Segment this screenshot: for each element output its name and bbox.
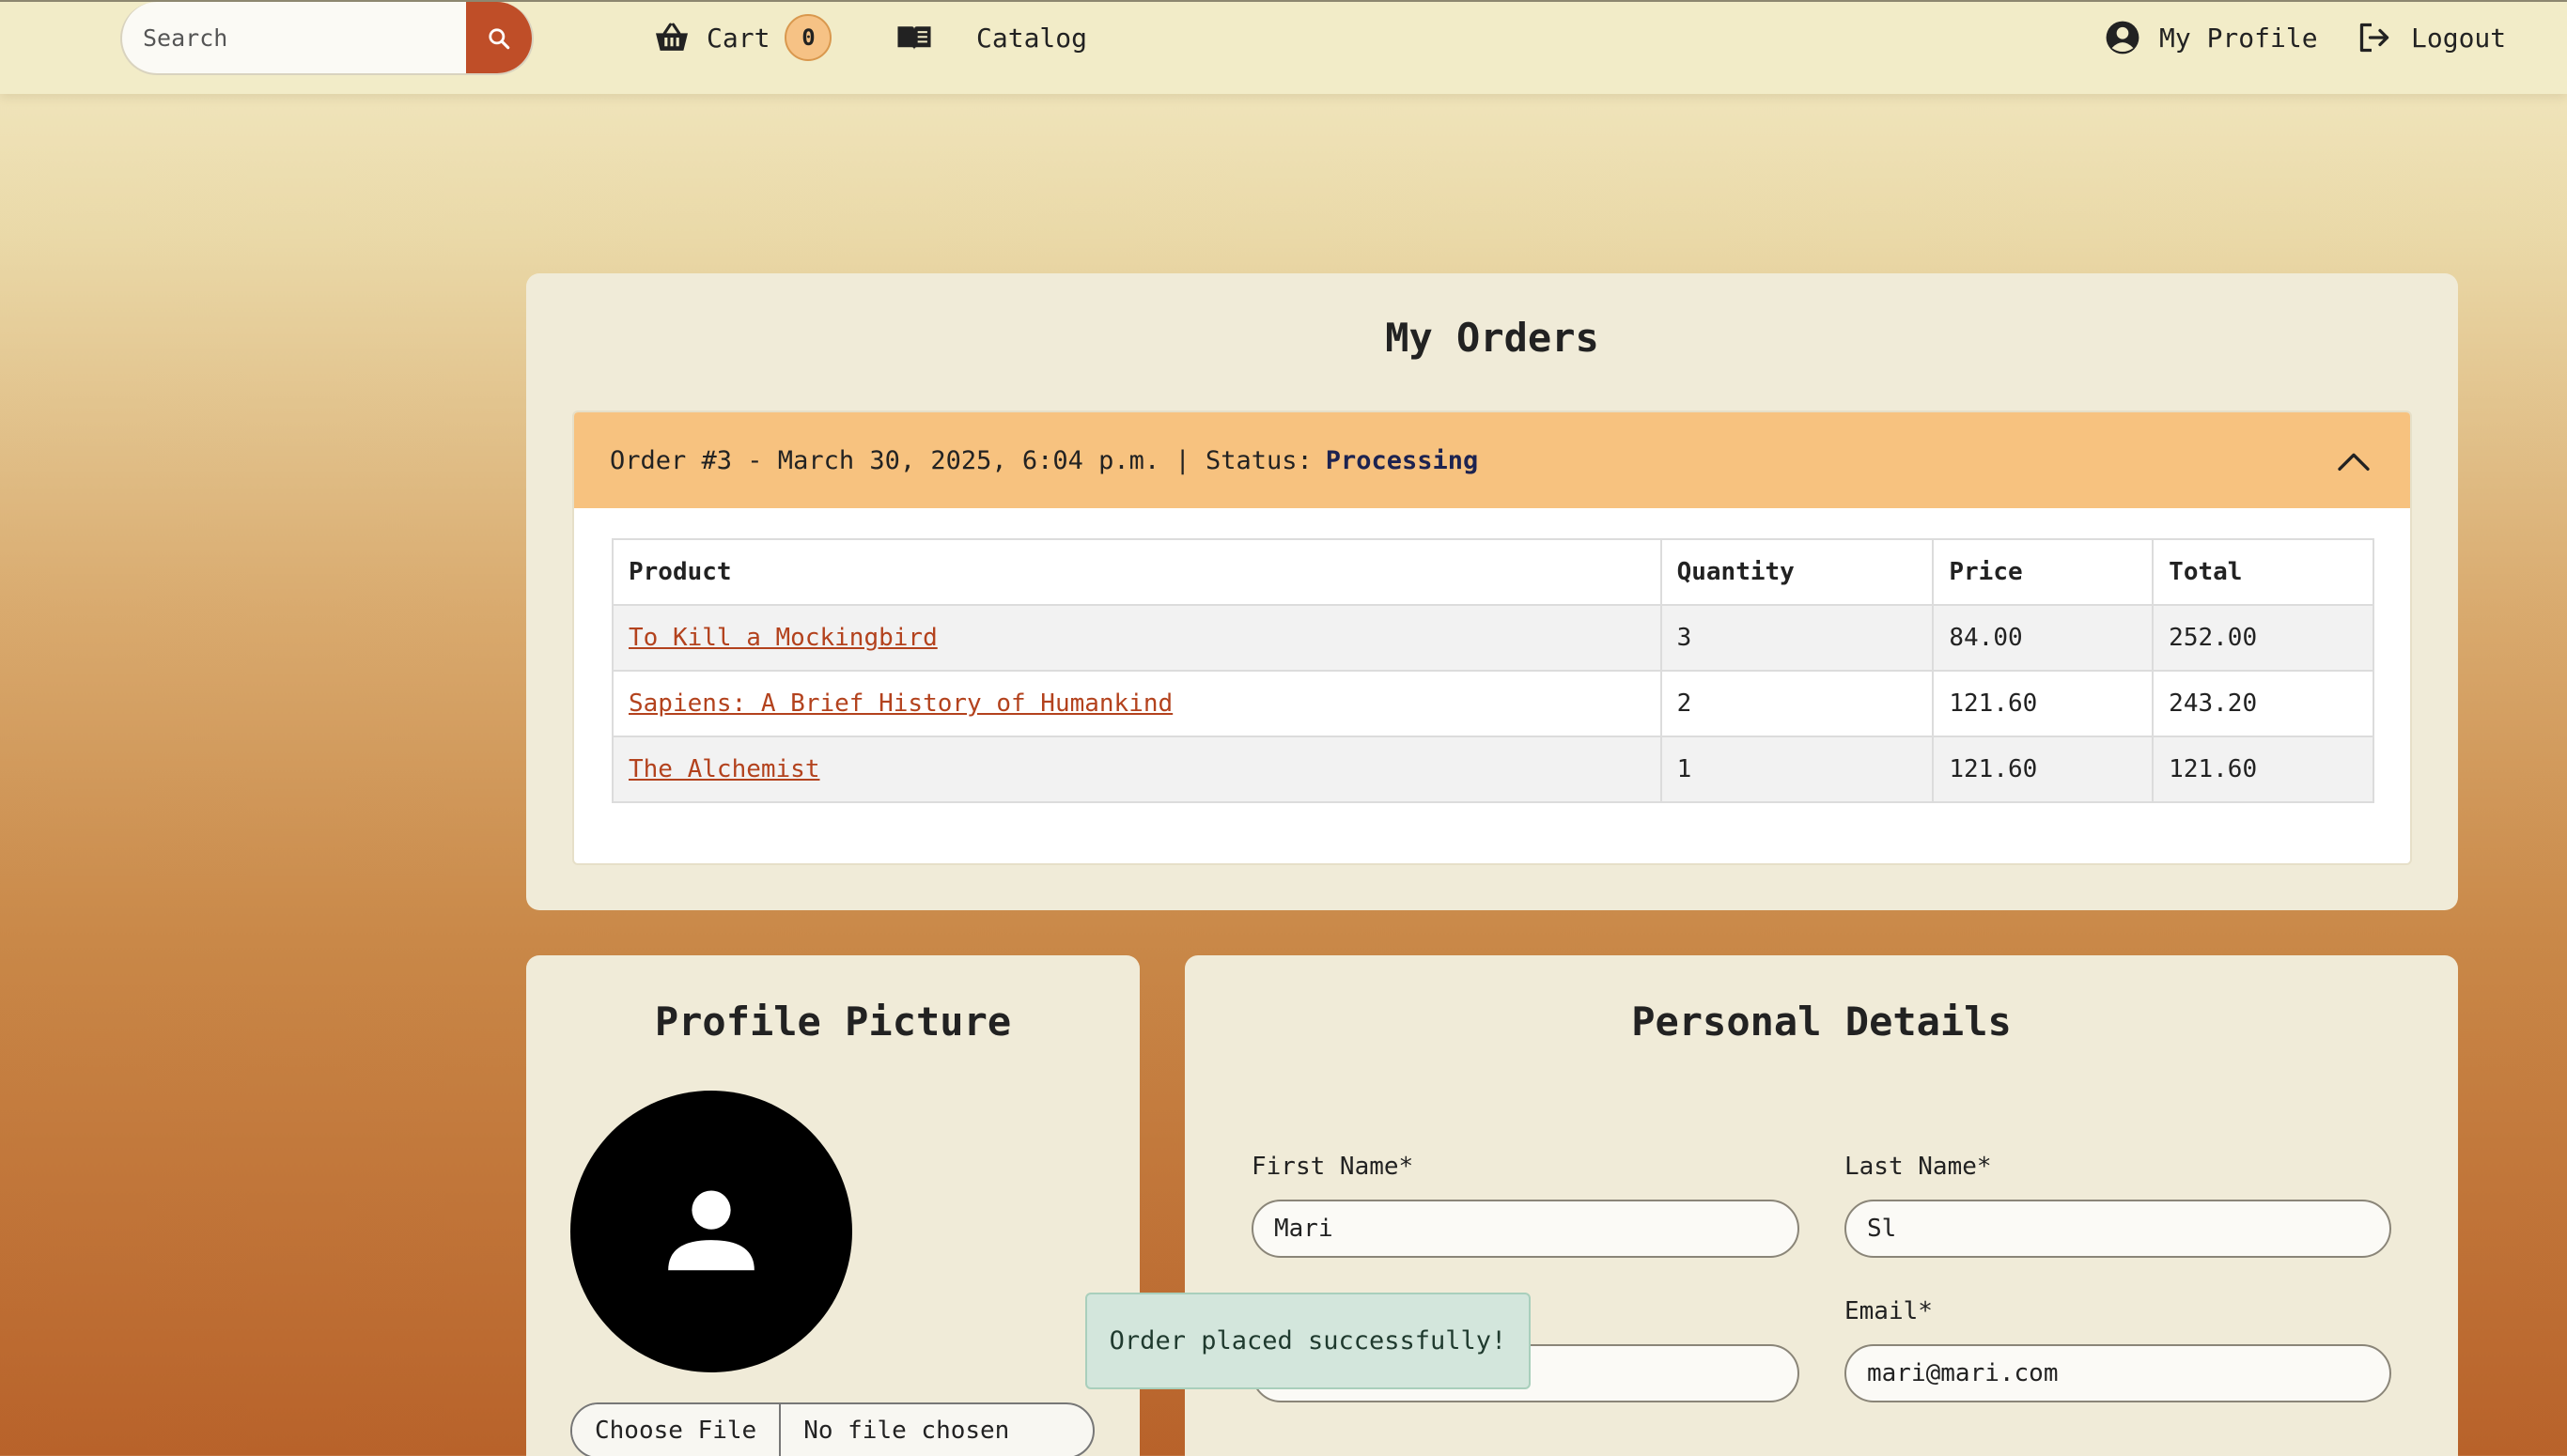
open-book-icon bbox=[897, 26, 931, 51]
price-cell: 84.00 bbox=[1932, 604, 2155, 672]
last-name-field[interactable]: Sl bbox=[1844, 1200, 2391, 1258]
search-icon bbox=[489, 28, 510, 50]
first-name-field[interactable]: Mari bbox=[1252, 1200, 1799, 1258]
order-header-text: Order #3 - March 30, 2025, 6:04 p.m. | S… bbox=[610, 445, 1313, 475]
order-panel: Order #3 - March 30, 2025, 6:04 p.m. | S… bbox=[572, 410, 2412, 865]
toast-message: Order placed successfully! bbox=[1109, 1326, 1507, 1355]
column-header-price: Price bbox=[1932, 538, 2155, 606]
product-cell: To Kill a Mockingbird bbox=[612, 604, 1662, 672]
order-status: Processing bbox=[1325, 445, 1479, 475]
product-link[interactable]: Sapiens: A Brief History of Humankind bbox=[629, 689, 1173, 718]
shopping-basket-icon bbox=[656, 23, 688, 51]
my-orders-card: My Orders Order #3 - March 30, 2025, 6:0… bbox=[526, 273, 2458, 910]
quantity-cell: 3 bbox=[1659, 604, 1935, 672]
product-link[interactable]: To Kill a Mockingbird bbox=[629, 624, 938, 652]
column-header-total: Total bbox=[2152, 538, 2374, 606]
my-orders-title: My Orders bbox=[1385, 315, 1599, 361]
search-box bbox=[120, 2, 534, 75]
quantity-cell: 2 bbox=[1659, 670, 1935, 737]
last-name-label: Last Name* bbox=[1844, 1153, 1992, 1181]
table-row: The Alchemist 1 121.60 121.60 bbox=[612, 736, 2374, 803]
order-items-table: Product Quantity Price Total To Kill a M… bbox=[612, 538, 2374, 803]
email-field[interactable]: mari@mari.com bbox=[1844, 1344, 2391, 1402]
total-cell: 121.60 bbox=[2152, 736, 2374, 803]
product-cell: Sapiens: A Brief History of Humankind bbox=[612, 670, 1662, 737]
cart-count-badge: 0 bbox=[785, 14, 832, 61]
table-row: To Kill a Mockingbird 3 84.00 252.00 bbox=[612, 604, 2374, 672]
catalog-link[interactable]: Catalog bbox=[976, 19, 1087, 56]
profile-picture-card: Profile Picture Choose File No file chos… bbox=[526, 955, 1140, 1456]
cart-link[interactable]: Cart 0 bbox=[654, 14, 832, 61]
price-cell: 121.60 bbox=[1932, 736, 2155, 803]
total-cell: 252.00 bbox=[2152, 604, 2374, 672]
choose-file-button[interactable]: Choose File bbox=[572, 1404, 782, 1456]
column-header-product: Product bbox=[612, 538, 1662, 606]
column-header-quantity: Quantity bbox=[1659, 538, 1935, 606]
order-header[interactable]: Order #3 - March 30, 2025, 6:04 p.m. | S… bbox=[574, 412, 2410, 508]
my-profile-link[interactable]: My Profile bbox=[2105, 19, 2318, 56]
cart-label: Cart bbox=[707, 22, 770, 54]
logout-icon bbox=[2359, 23, 2389, 53]
total-cell: 243.20 bbox=[2152, 670, 2374, 737]
order-success-toast: Order placed successfully! bbox=[1085, 1293, 1531, 1389]
table-header-row: Product Quantity Price Total bbox=[612, 538, 2374, 606]
product-link[interactable]: The Alchemist bbox=[629, 755, 820, 783]
search-button[interactable] bbox=[466, 2, 532, 73]
catalog-icon-link[interactable] bbox=[896, 19, 932, 56]
table-row: Sapiens: A Brief History of Humankind 2 … bbox=[612, 670, 2374, 737]
logout-link[interactable]: Logout bbox=[2357, 19, 2506, 56]
first-name-label: First Name* bbox=[1252, 1153, 1414, 1181]
product-cell: The Alchemist bbox=[612, 736, 1662, 803]
logout-label: Logout bbox=[2411, 22, 2507, 54]
profile-picture-file-input: Choose File No file chosen bbox=[570, 1402, 1095, 1456]
quantity-cell: 1 bbox=[1659, 736, 1935, 803]
person-placeholder-icon bbox=[668, 1190, 755, 1271]
search-input[interactable] bbox=[122, 2, 470, 73]
chevron-up-icon[interactable] bbox=[2335, 442, 2373, 480]
file-status-text: No file chosen bbox=[803, 1417, 1010, 1445]
catalog-label: Catalog bbox=[976, 22, 1088, 54]
email-label: Email* bbox=[1844, 1297, 1933, 1325]
top-navbar: Cart 0 Catalog My Profile Logout bbox=[0, 0, 2567, 94]
my-profile-label: My Profile bbox=[2159, 22, 2318, 54]
price-cell: 121.60 bbox=[1932, 670, 2155, 737]
avatar bbox=[570, 1091, 852, 1372]
user-circle-icon bbox=[2106, 21, 2139, 54]
personal-details-title: Personal Details bbox=[1631, 999, 2012, 1045]
profile-picture-title: Profile Picture bbox=[654, 999, 1012, 1045]
